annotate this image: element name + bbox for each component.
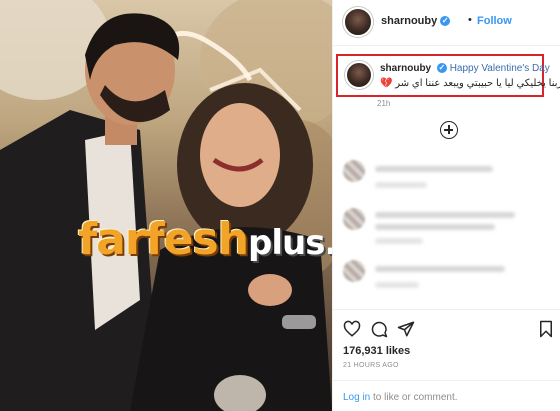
verified-icon: ✓ xyxy=(440,16,451,26)
comment-meta xyxy=(375,182,427,188)
login-link[interactable]: Log in xyxy=(343,392,370,403)
post-actions: 176,931 likes 21 HOURS AGO Log in to lik… xyxy=(333,309,560,411)
add-icon[interactable] xyxy=(440,121,458,139)
post-username[interactable]: sharnouby ✓ xyxy=(381,15,451,27)
comment-line xyxy=(375,212,515,218)
login-bar: Log in to like or comment. xyxy=(333,380,560,411)
caption-username[interactable]: sharnouby xyxy=(380,63,431,74)
caption-avatar[interactable] xyxy=(345,61,373,89)
heart-icon[interactable] xyxy=(343,320,361,338)
caption-time: 21h xyxy=(377,99,391,108)
share-icon[interactable] xyxy=(397,320,415,338)
post-photo[interactable]: farfeshplus.com xyxy=(0,0,332,411)
verified-icon: ✓ xyxy=(436,63,447,73)
follow-button[interactable]: Follow xyxy=(477,15,512,27)
login-rest: to like or comment. xyxy=(370,392,458,403)
comment-line xyxy=(375,266,505,272)
post-sidebar: sharnouby ✓ • Follow sharnouby ✓ Happy Va… xyxy=(332,0,560,411)
avatar[interactable] xyxy=(343,7,373,37)
caption-text: Happy Valentine's Day xyxy=(449,63,550,74)
watermark-part1: farfesh xyxy=(78,214,249,265)
photo-illustration xyxy=(0,0,332,411)
bookmark-icon[interactable] xyxy=(537,320,555,338)
comment-avatar xyxy=(343,260,365,282)
post-header: sharnouby ✓ • Follow xyxy=(333,0,560,46)
caption-line: sharnouby ✓ Happy Valentine's Day xyxy=(380,63,550,74)
login-prompt: Log in to like or comment. xyxy=(343,392,458,403)
broken-heart-icon: 💔 xyxy=(380,78,393,89)
comment-line xyxy=(375,166,493,172)
caption-arabic: ربنا يخليكي ليا يا حبيبتي ويبعد عننا اي … xyxy=(380,78,560,89)
likes-count[interactable]: 176,931 likes xyxy=(343,345,410,357)
farfeshplus-watermark: farfeshplus.com xyxy=(78,210,332,270)
post-timestamp[interactable]: 21 HOURS AGO xyxy=(343,362,399,369)
post-username-text[interactable]: sharnouby xyxy=(381,15,437,27)
blurred-comment xyxy=(341,160,551,200)
blurred-comment xyxy=(341,260,551,300)
comment-meta xyxy=(375,282,419,288)
comment-avatar xyxy=(343,160,365,182)
comment-line xyxy=(375,224,495,230)
caption-arabic-text: ربنا يخليكي ليا يا حبيبتي ويبعد عننا اي … xyxy=(395,78,560,89)
separator-dot: • xyxy=(468,14,472,26)
watermark-part2: plus.com xyxy=(248,223,332,263)
caption-highlight: sharnouby ✓ Happy Valentine's Day ربنا ي… xyxy=(336,54,560,97)
comment-avatar xyxy=(343,208,365,230)
comment-meta xyxy=(375,238,423,244)
comment-icon[interactable] xyxy=(370,320,388,338)
blurred-comment xyxy=(341,208,551,248)
